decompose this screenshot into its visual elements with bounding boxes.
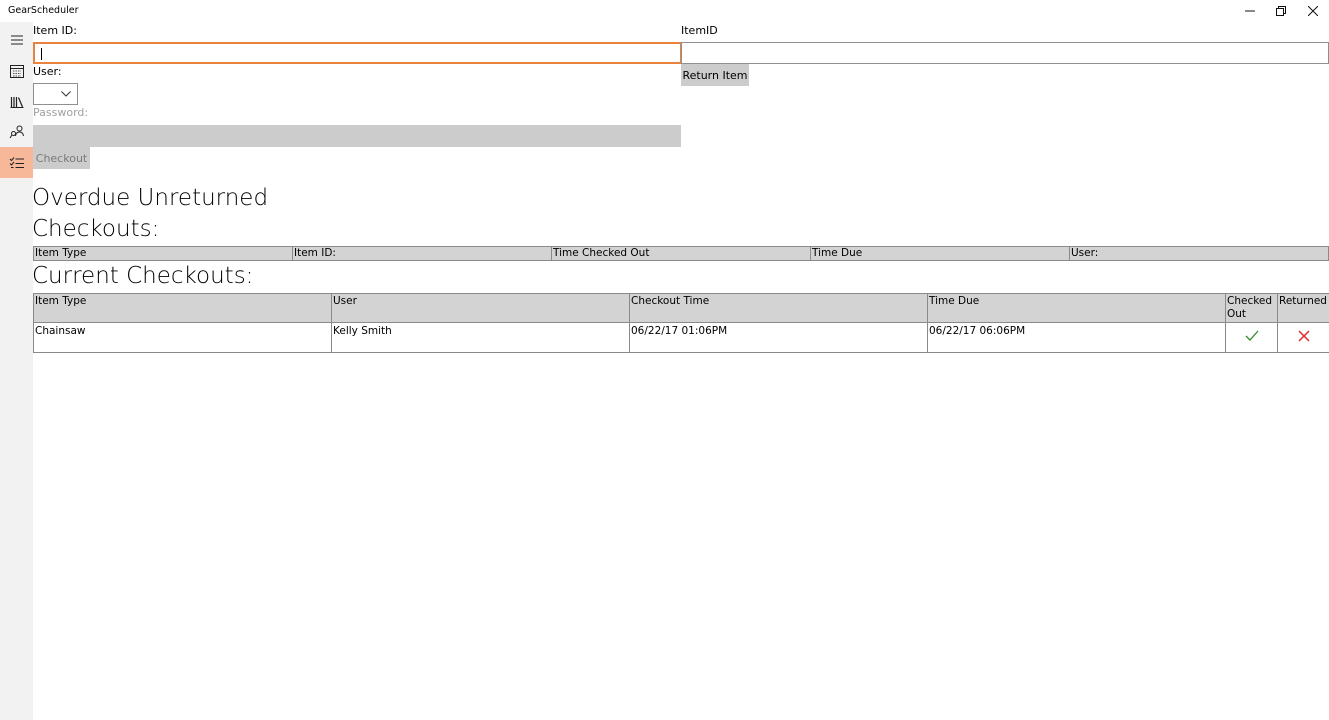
x-mark-icon	[1298, 330, 1309, 341]
app-title: GearScheduler	[8, 5, 79, 16]
cell-item-type: Chainsaw	[33, 322, 332, 353]
password-input[interactable]	[33, 125, 681, 147]
cell-checkout-time: 06/22/17 01:06PM	[629, 322, 928, 353]
sidebar	[0, 22, 33, 720]
calendar-icon	[9, 64, 24, 78]
return-item-button[interactable]: Return Item	[681, 64, 749, 86]
minimize-icon	[1245, 10, 1255, 12]
col-returned[interactable]: Returned	[1277, 293, 1329, 323]
checklist-icon	[9, 156, 24, 168]
overdue-col-item-id[interactable]: Item ID:	[292, 247, 551, 260]
password-label: Password:	[33, 106, 89, 119]
table-row[interactable]: Chainsaw Kelly Smith 06/22/17 01:06PM 06…	[33, 322, 1329, 353]
overdue-col-item-type[interactable]: Item Type	[34, 247, 292, 260]
people-search-icon	[9, 125, 24, 138]
sidebar-item-menu[interactable]	[0, 24, 33, 55]
sidebar-item-library[interactable]	[0, 86, 33, 117]
cell-user: Kelly Smith	[331, 322, 630, 353]
item-id-input[interactable]	[33, 42, 682, 64]
user-label: User:	[33, 65, 62, 78]
restore-icon	[1276, 6, 1286, 16]
overdue-col-time-checked-out[interactable]: Time Checked Out	[551, 247, 810, 260]
col-item-type[interactable]: Item Type	[33, 293, 332, 323]
minimize-button[interactable]	[1234, 0, 1266, 22]
col-user[interactable]: User	[331, 293, 630, 323]
return-item-id-input[interactable]	[681, 42, 1329, 64]
title-bar: GearScheduler	[0, 0, 1329, 22]
col-checkout-time[interactable]: Checkout Time	[629, 293, 928, 323]
cell-returned[interactable]	[1277, 322, 1329, 353]
text-caret	[41, 48, 42, 60]
sidebar-item-checklist[interactable]	[0, 147, 33, 178]
close-icon	[1308, 6, 1318, 16]
overdue-heading-line1: Overdue Unreturned	[32, 185, 269, 211]
close-button[interactable]	[1297, 0, 1329, 22]
table-header-row: Item Type User Checkout Time Time Due Ch…	[33, 293, 1329, 323]
col-time-due[interactable]: Time Due	[927, 293, 1226, 323]
sidebar-item-calendar[interactable]	[0, 55, 33, 86]
library-books-icon	[10, 96, 23, 108]
restore-button[interactable]	[1265, 0, 1297, 22]
current-checkouts-table: Item Type User Checkout Time Time Due Ch…	[33, 293, 1329, 353]
checkout-button[interactable]: Checkout	[33, 147, 90, 169]
current-checkouts-heading: Current Checkouts:	[32, 263, 254, 289]
overdue-table-header: Item Type Item ID: Time Checked Out Time…	[33, 246, 1329, 261]
sidebar-item-people[interactable]	[0, 116, 33, 147]
user-dropdown[interactable]	[33, 83, 78, 105]
item-id-label: Item ID:	[33, 24, 77, 37]
cell-checked-out[interactable]	[1225, 322, 1278, 353]
overdue-col-time-due[interactable]: Time Due	[810, 247, 1069, 260]
cell-time-due: 06/22/17 06:06PM	[927, 322, 1226, 353]
return-item-id-label: ItemID	[681, 24, 718, 37]
chevron-down-icon	[61, 91, 71, 97]
hamburger-menu-icon	[10, 35, 23, 44]
checkmark-icon	[1245, 330, 1258, 341]
overdue-heading-line2: Checkouts:	[32, 216, 160, 242]
app-window: GearScheduler Item ID: User: Password: C…	[0, 0, 1329, 720]
overdue-col-user[interactable]: User:	[1069, 247, 1328, 260]
col-checked-out[interactable]: Checked Out	[1225, 293, 1278, 323]
